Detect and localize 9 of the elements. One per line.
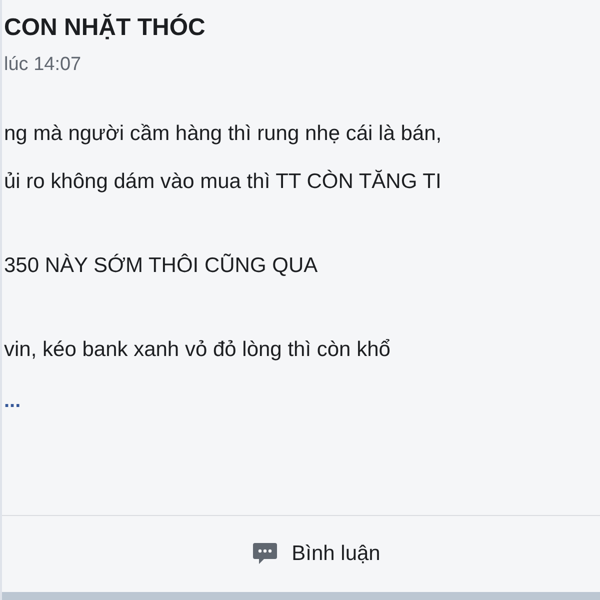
post-text: vin, kéo bank xanh vỏ đỏ lòng thì còn khổ (4, 337, 392, 363)
comment-button[interactable]: Bình luận (244, 537, 388, 571)
comment-icon (252, 541, 278, 567)
see-more-link[interactable]: ... (4, 390, 600, 413)
post-text: ủi ro không dám vào mua thì TT CÒN TĂNG TI (4, 168, 442, 195)
post-time[interactable]: lúc 14:07 (4, 54, 600, 76)
author-name[interactable]: CON NHẶT THÓC (4, 14, 600, 42)
post-text: ng mà người cầm hàng thì rung nhẹ cái là bán, (4, 121, 443, 147)
post-text: 350 NÀY SỚM THÔI CŨNG QUA (4, 252, 319, 279)
